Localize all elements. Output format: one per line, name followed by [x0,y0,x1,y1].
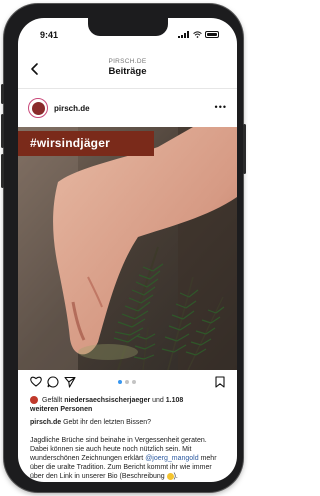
comment-icon[interactable] [47,376,59,388]
caption-headline: Gebt ihr den letzten Bissen? [63,419,152,426]
hashtag-overlay: #wirsindjäger [18,131,154,156]
likes-summary: Gefällt niedersaechsischerjaeger und 1.1… [30,396,226,414]
hand-with-fir-branch-photo [18,127,237,370]
liker-avatar-icon [30,396,38,405]
notch [88,18,168,36]
volume-down-button [1,154,4,188]
battery-icon [205,31,219,38]
post-header: pirsch.de ••• [18,89,237,127]
top-nav: PIRSCH.DE Beiträge [18,48,237,89]
post-actions [18,370,237,394]
carousel-indicator [118,380,136,384]
nav-account-name: PIRSCH.DE [108,58,147,65]
smiley-emoji-icon [166,472,174,480]
caption-username[interactable]: pirsch.de [30,419,61,426]
carousel-dot-active [118,380,122,384]
phone-screen: 9:41 PIRSCH.DE Beiträge pirsch.de ••• #w… [18,18,237,482]
likes-and: und [152,397,164,404]
status-time: 9:41 [40,30,59,40]
page-title: Beiträge [108,66,147,77]
heart-icon[interactable] [30,376,42,387]
mute-switch [1,84,4,104]
post-username[interactable]: pirsch.de [54,104,90,113]
phone-frame: 9:41 PIRSCH.DE Beiträge pirsch.de ••• #w… [1,4,246,492]
carousel-dot [132,380,136,384]
status-icons [178,31,219,38]
likes-count[interactable]: 1.108 [166,397,184,404]
send-icon[interactable] [64,376,76,388]
likes-suffix[interactable]: weiteren Personen [30,406,92,413]
wifi-icon [193,31,202,38]
power-button [243,124,246,174]
caption-first-line: pirsch.de Gebt ihr den letzten Bissen? [30,418,226,427]
avatar-logo-icon [31,101,45,115]
carousel-dot [125,380,129,384]
signal-icon [178,31,190,38]
caption-body: Jagdliche Brüche sind beinahe in Vergess… [30,436,226,481]
avatar[interactable] [28,98,48,118]
bookmark-icon[interactable] [215,376,225,388]
post-photo[interactable]: #wirsindjäger [18,127,237,370]
likes-user[interactable]: niedersaechsischerjaeger [64,397,150,404]
likes-prefix: Gefällt [42,397,63,404]
caption-mention[interactable]: @joerg_mangold [145,455,198,462]
caption-end: ). [173,473,178,480]
more-horizontal-icon[interactable]: ••• [215,102,227,112]
volume-up-button [1,114,4,148]
